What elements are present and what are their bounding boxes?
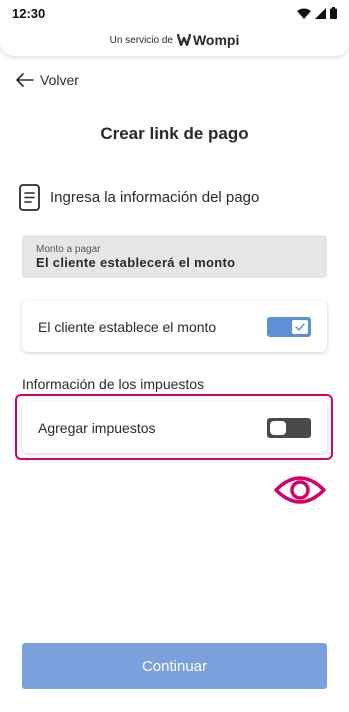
back-button[interactable]: Volver — [16, 72, 79, 88]
status-time: 12:30 — [12, 5, 46, 21]
check-icon — [295, 322, 305, 331]
wifi-icon — [297, 8, 311, 19]
arrow-left-icon — [16, 73, 34, 87]
brand-name: Wompi — [192, 32, 240, 48]
continue-button[interactable]: Continuar — [22, 643, 327, 689]
amount-field-value: El cliente establecerá el monto — [36, 255, 236, 270]
eye-icon — [272, 470, 328, 510]
signal-icon — [315, 7, 326, 19]
wompi-logo: Wompi — [176, 32, 240, 48]
document-icon — [19, 184, 40, 211]
amount-field-label: Monto a pagar — [36, 244, 101, 255]
tax-section-title: Información de los impuestos — [22, 376, 205, 392]
back-label: Volver — [40, 72, 79, 88]
client-sets-amount-toggle[interactable] — [267, 316, 311, 337]
battery-icon — [330, 7, 337, 19]
status-bar: 12:30 — [0, 0, 349, 26]
amount-field: Monto a pagar El cliente establecerá el … — [22, 235, 327, 278]
client-sets-amount-card: El cliente establece el monto — [22, 301, 327, 352]
client-sets-amount-label: El cliente establece el monto — [38, 318, 217, 335]
brand-bar: Un servicio de Wompi — [0, 24, 349, 56]
payment-info-header-text: Ingresa la información del pago — [50, 189, 260, 206]
add-taxes-card: Agregar impuestos — [22, 402, 327, 453]
payment-info-header: Ingresa la información del pago — [19, 184, 259, 211]
brand-prefix: Un servicio de — [109, 34, 173, 46]
toggle-knob — [270, 420, 286, 435]
status-icons — [297, 7, 337, 19]
add-taxes-toggle[interactable] — [267, 417, 311, 438]
page-title: Crear link de pago — [100, 124, 249, 143]
toggle-knob — [292, 319, 308, 334]
wompi-logo-icon — [176, 34, 191, 46]
add-taxes-label: Agregar impuestos — [38, 419, 156, 436]
